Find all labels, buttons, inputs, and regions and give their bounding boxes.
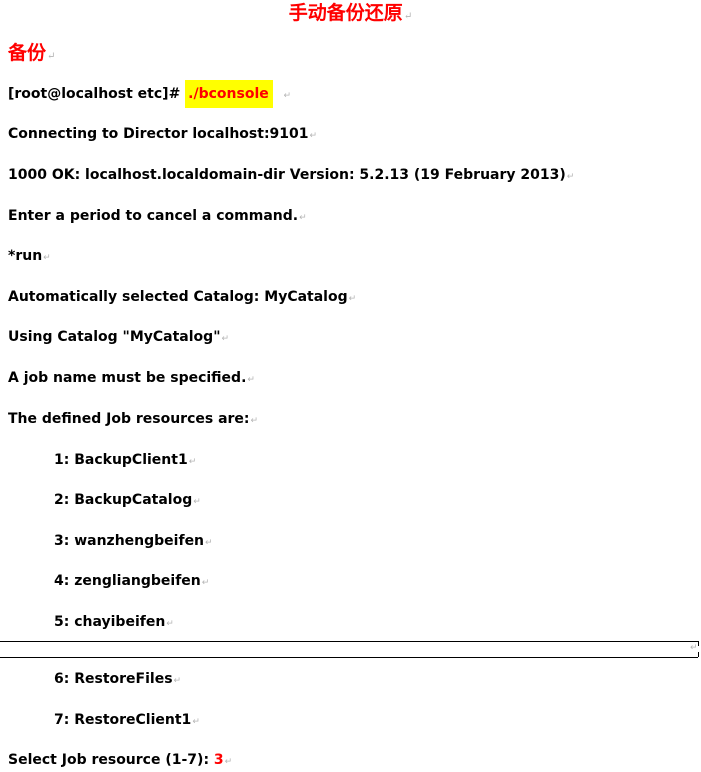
- output-line: The defined Job resources are:↵: [8, 411, 259, 427]
- output-line: Automatically selected Catalog: MyCatalo…: [8, 289, 357, 305]
- output-line: A job name must be specified.↵: [8, 370, 255, 386]
- highlighted-command: ./bconsole: [185, 80, 273, 108]
- paragraph-mark-icon: ↵: [348, 294, 357, 304]
- job-resource-item: 7: RestoreClient1↵: [54, 712, 200, 728]
- paragraph-mark-icon: ↵: [403, 11, 413, 22]
- select-prompt: Select Job resource (1-7):: [8, 752, 214, 768]
- paragraph-mark-icon: ↵: [205, 538, 213, 548]
- job-resource-item: 4: zengliangbeifen↵: [54, 573, 210, 589]
- paragraph-mark-icon: ↵: [193, 497, 201, 507]
- output-line: 1000 OK: localhost.localdomain-dir Versi…: [8, 167, 575, 183]
- paragraph-mark-icon: ↵: [247, 375, 255, 385]
- paragraph-mark-icon: ↵: [566, 172, 575, 182]
- select-answer: 3: [213, 752, 224, 768]
- job-resource-item: 5: chayibeifen↵: [54, 614, 174, 630]
- paragraph-mark-icon: ↵: [192, 717, 200, 727]
- paragraph-mark-icon: ↵: [43, 253, 51, 263]
- paragraph-mark-icon: ↵: [309, 131, 318, 141]
- page-break-mark-icon: ↵: [690, 643, 698, 653]
- document-page: 手动备份还原↵ 备份↵ [root@localhost etc]# ./bcon…: [0, 0, 701, 768]
- paragraph-mark-icon: ↵: [166, 619, 174, 629]
- shell-prompt: [root@localhost etc]#: [8, 86, 186, 102]
- paragraph-mark-icon: ↵: [201, 578, 210, 588]
- output-line: Enter a period to cancel a command.↵: [8, 208, 307, 224]
- command-line: [root@localhost etc]# ./bconsole ↵: [8, 80, 292, 108]
- paragraph-mark-icon: ↵: [188, 457, 197, 467]
- document-title: 手动备份还原↵: [288, 2, 413, 24]
- output-line: *run↵: [8, 248, 51, 264]
- job-resource-item: 2: BackupCatalog↵: [54, 492, 201, 508]
- paragraph-mark-icon: ↵: [47, 51, 56, 62]
- paragraph-mark-icon: ↵: [250, 416, 259, 426]
- page-break-line-top: [0, 641, 698, 642]
- paragraph-mark-icon: ↵: [283, 91, 292, 101]
- job-resource-item: 3: wanzhengbeifen↵: [54, 533, 213, 549]
- paragraph-mark-icon: ↵: [221, 334, 230, 344]
- paragraph-mark-icon: ↵: [299, 213, 307, 223]
- section-heading: 备份↵: [8, 42, 56, 64]
- page-break-tick: [698, 641, 699, 646]
- page-break-tick: [698, 652, 699, 657]
- page-break-line-bottom: [0, 657, 698, 658]
- paragraph-mark-icon: ↵: [173, 676, 182, 686]
- job-resource-item: 6: RestoreFiles↵: [54, 671, 182, 687]
- output-line: Connecting to Director localhost:9101↵: [8, 126, 318, 142]
- paragraph-mark-icon: ↵: [224, 757, 233, 767]
- output-line: Using Catalog "MyCatalog"↵: [8, 329, 230, 345]
- job-resource-item: 1: BackupClient1↵: [54, 452, 197, 468]
- select-prompt-line: Select Job resource (1-7): 3↵: [8, 750, 232, 772]
